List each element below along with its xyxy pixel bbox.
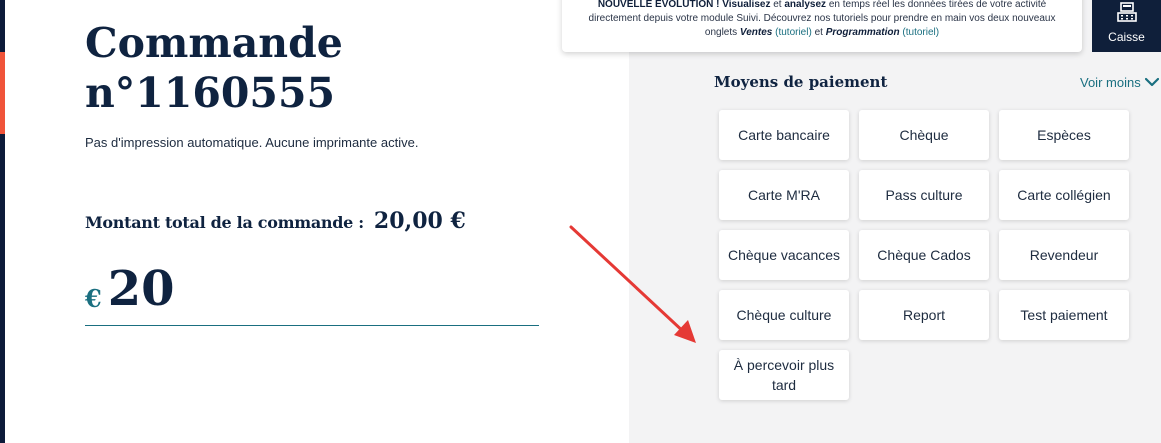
toggle-label: Voir moins	[1080, 75, 1141, 90]
payment-method-cheque-culture[interactable]: Chèque culture	[719, 290, 849, 340]
payment-method-cheque-vacances[interactable]: Chèque vacances	[719, 230, 849, 280]
print-status-note: Pas d'impression automatique. Aucune imp…	[85, 135, 419, 150]
payment-method-carte-bancaire[interactable]: Carte bancaire	[719, 110, 849, 160]
banner-tutorial-link-ventes[interactable]: (tutoriel)	[775, 27, 812, 38]
news-banner: NOUVELLE EVOLUTION ! Visualisez et analy…	[562, 0, 1082, 52]
amount-value[interactable]: 20	[108, 265, 175, 313]
amount-input[interactable]: € 20	[85, 258, 539, 326]
toggle-payment-methods[interactable]: Voir moins	[1080, 75, 1159, 90]
page-title: Commande n°1160555	[85, 19, 343, 117]
payment-method-cheque-cados[interactable]: Chèque Cados	[859, 230, 989, 280]
payment-method-especes[interactable]: Espèces	[999, 110, 1129, 160]
order-total-label: Montant total de la commande :	[85, 213, 364, 232]
order-total-value: 20,00 €	[373, 208, 466, 234]
payment-methods-grid: Carte bancaire Chèque Espèces Carte M'RA…	[719, 110, 1130, 400]
payment-method-pass-culture[interactable]: Pass culture	[859, 170, 989, 220]
banner-word-analysez: analysez	[784, 0, 827, 10]
payment-method-cheque[interactable]: Chèque	[859, 110, 989, 160]
cash-register-icon	[1115, 2, 1139, 27]
banner-tab-ventes: Ventes	[739, 27, 773, 38]
payment-method-test-paiement[interactable]: Test paiement	[999, 290, 1129, 340]
banner-text: et	[814, 27, 823, 38]
banner-tab-programmation: Programmation	[825, 27, 900, 38]
banner-tutorial-link-programmation[interactable]: (tutoriel)	[902, 27, 939, 38]
currency-symbol: €	[85, 284, 102, 313]
caisse-button[interactable]: Caisse	[1092, 0, 1161, 52]
payment-method-carte-collegien[interactable]: Carte collégien	[999, 170, 1129, 220]
payment-methods-title: Moyens de paiement	[714, 73, 888, 91]
payment-method-a-percevoir-plus-tard[interactable]: À percevoir plus tard	[719, 350, 849, 400]
payment-method-carte-mra[interactable]: Carte M'RA	[719, 170, 849, 220]
banner-lead: NOUVELLE EVOLUTION !	[597, 0, 720, 10]
order-total-row: Montant total de la commande : 20,00 €	[85, 208, 466, 234]
caisse-label: Caisse	[1108, 30, 1145, 44]
banner-word-visualisez: Visualisez	[722, 0, 771, 10]
banner-text: et	[773, 0, 782, 10]
chevron-down-icon	[1141, 75, 1159, 90]
payment-method-revendeur[interactable]: Revendeur	[999, 230, 1129, 280]
payment-method-report[interactable]: Report	[859, 290, 989, 340]
